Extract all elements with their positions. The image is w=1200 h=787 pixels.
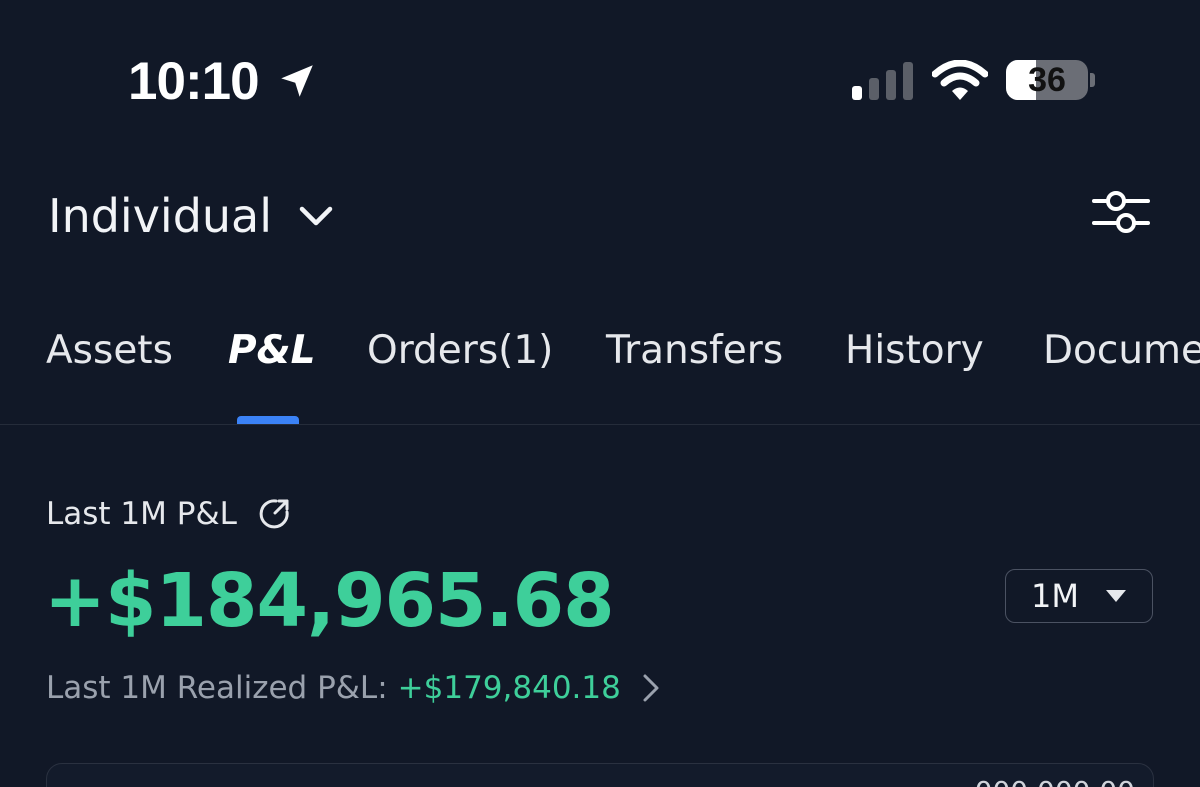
tab-transfers[interactable]: Transfers [606,326,783,376]
status-time: 10:10 [128,52,260,111]
caret-down-icon [1105,590,1126,602]
filter-sliders-icon[interactable] [1092,188,1150,236]
status-bar: 10:10 36 [0,0,1200,160]
share-icon[interactable] [257,497,291,531]
pnl-chart-card: 000,000.00 [46,763,1154,787]
pnl-label-row: Last 1M P&L [46,492,291,536]
account-selector[interactable]: Individual [48,186,336,246]
tab-orders[interactable]: Orders(1) [367,326,553,376]
tab-history[interactable]: History [845,326,984,376]
pnl-total-value: +$184,965.68 [44,558,615,644]
realized-pnl-label: Last 1M Realized P&L: [46,670,388,706]
tab-pnl[interactable]: P&L [228,326,315,376]
chevron-right-icon [643,674,659,702]
tab-assets[interactable]: Assets [46,326,173,376]
active-tab-indicator [237,416,299,424]
cellular-signal-icon [852,62,913,100]
pnl-label: Last 1M P&L [46,496,237,532]
realized-pnl-link[interactable]: Last 1M Realized P&L: +$179,840.18 [46,666,661,710]
period-select[interactable]: 1M [1005,569,1153,623]
battery-icon: 36 [1006,60,1088,100]
account-name: Individual [48,189,273,243]
battery-level: 36 [1028,61,1066,99]
chart-axis-value: 000,000.00 [975,776,1135,787]
chevron-down-icon [299,206,333,226]
location-arrow-icon [281,65,313,97]
period-selected-value: 1M [1031,577,1079,615]
tab-bar: Assets P&L Orders(1) Transfers History D… [0,310,1200,425]
battery-tip [1090,73,1095,87]
realized-pnl-value: +$179,840.18 [397,670,621,706]
tab-documents[interactable]: Docume [1043,326,1200,376]
wifi-icon [932,60,988,100]
